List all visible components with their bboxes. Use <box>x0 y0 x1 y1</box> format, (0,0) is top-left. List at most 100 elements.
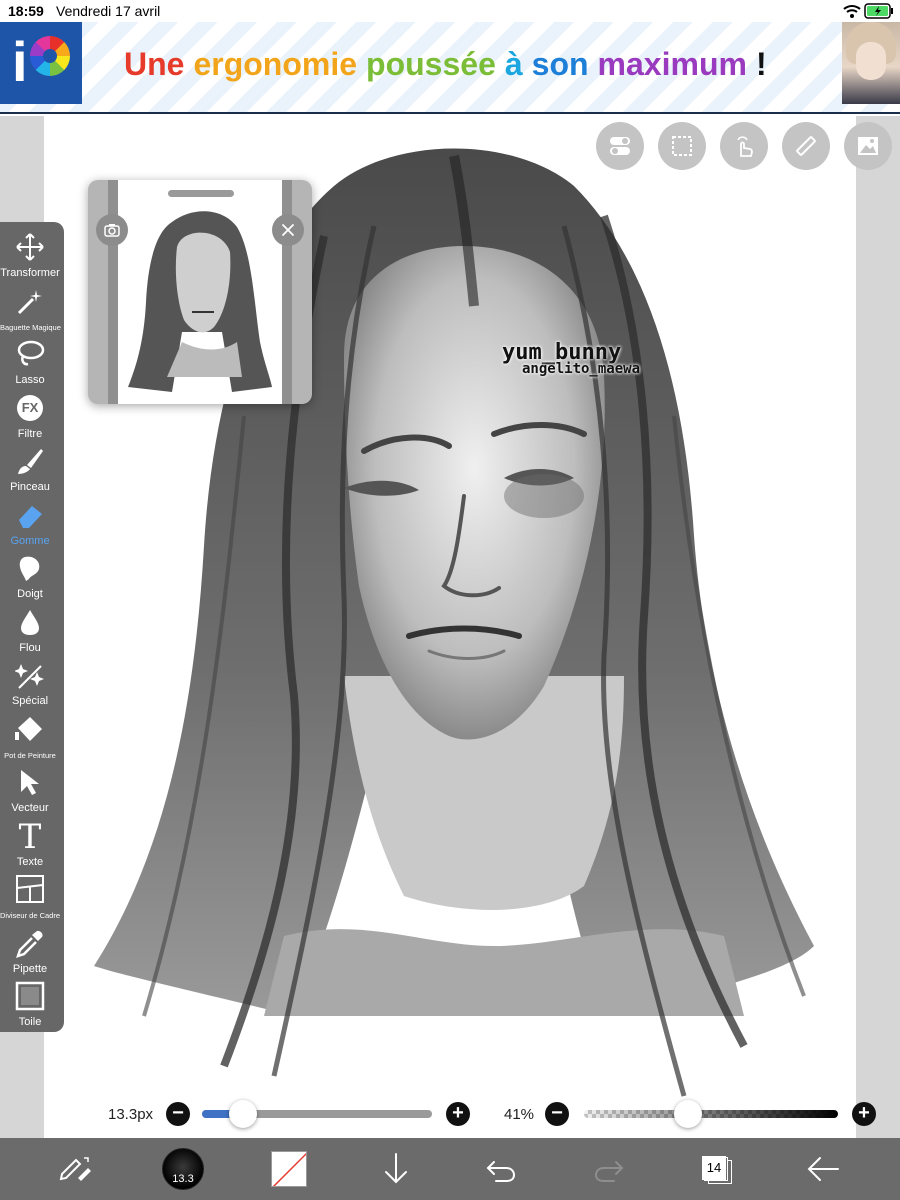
size-slider-knob[interactable] <box>229 1100 258 1128</box>
selection-button[interactable] <box>658 122 706 170</box>
tool-label: Lasso <box>15 374 45 386</box>
tool-label: Gomme <box>10 534 50 547</box>
slogan-word: poussée <box>366 46 496 82</box>
download-icon <box>385 1153 407 1184</box>
logo-letter: i <box>12 30 28 93</box>
size-decrease-button[interactable]: − <box>166 1102 190 1126</box>
opacity-increase-button[interactable]: + <box>852 1102 876 1126</box>
gesture-button[interactable] <box>720 122 768 170</box>
reference-camera-button[interactable] <box>96 214 128 246</box>
canvas-icon <box>15 981 45 1011</box>
reference-drag-handle[interactable] <box>168 190 234 197</box>
slogan-word: ! <box>755 46 767 82</box>
undo-icon <box>486 1161 516 1182</box>
tool-transform[interactable]: Transformer <box>0 228 60 281</box>
reference-window[interactable] <box>88 180 312 404</box>
layer-count: 14 <box>702 1156 726 1180</box>
ibispaint-screen: 18:59 Vendredi 17 avril i Une ergonomie po… <box>0 0 900 1200</box>
frame-divider-icon <box>16 875 44 903</box>
slogan-word: à <box>504 46 523 82</box>
status-bar: 18:59 Vendredi 17 avril <box>0 0 900 22</box>
banner-slogan: Une ergonomie poussée à son maximum! <box>124 46 776 83</box>
back-icon <box>807 1157 839 1181</box>
status-time: 18:59 <box>8 3 44 19</box>
artist-watermark: yum_bunny angelito_maewa <box>502 340 640 377</box>
reference-window-button[interactable] <box>844 122 892 170</box>
bucket-icon <box>15 716 42 741</box>
opacity-slider-knob[interactable] <box>674 1100 703 1128</box>
size-increase-button[interactable]: + <box>446 1102 470 1126</box>
toggle-icon <box>610 137 630 155</box>
size-slider-track[interactable] <box>202 1100 432 1128</box>
tool-frame-divider[interactable]: Diviseur de Cadre <box>0 870 60 923</box>
smudge-icon <box>19 556 40 581</box>
color-icon <box>272 1152 306 1186</box>
tool-bucket[interactable]: Pot de Peinture <box>0 710 60 763</box>
download-button[interactable] <box>375 1148 417 1190</box>
color-wheel-icon <box>30 36 70 76</box>
reference-close-button[interactable] <box>272 214 304 246</box>
toggle-button[interactable] <box>596 122 644 170</box>
filter-icon-text: FX <box>21 399 39 415</box>
tool-eyedropper[interactable]: Pipette <box>0 924 60 977</box>
slogan-word: son <box>531 46 589 82</box>
tool-special[interactable]: Spécial <box>0 656 60 709</box>
tool-lasso[interactable]: Lasso <box>0 335 60 388</box>
tool-canvas[interactable]: Toile <box>0 977 60 1030</box>
lasso-icon <box>17 340 45 366</box>
tool-label: Doigt <box>17 588 43 600</box>
opacity-value: 41% <box>504 1106 535 1123</box>
opacity-decrease-button[interactable]: − <box>545 1102 569 1126</box>
tool-label: Spécial <box>11 695 49 707</box>
brush-size-indicator: 13.3 <box>172 1173 194 1185</box>
status-date: Vendredi 17 avril <box>56 3 161 19</box>
eraser-icon <box>19 505 42 528</box>
selection-icon <box>672 136 692 156</box>
gesture-icon <box>737 136 753 157</box>
back-button[interactable] <box>802 1148 844 1190</box>
tool-text[interactable]: T Texte <box>0 817 60 870</box>
brush-size-value: 13.3px <box>108 1106 154 1123</box>
tool-brush[interactable]: Pinceau <box>0 442 60 495</box>
battery-icon <box>864 3 893 19</box>
tool-label: Pinceau <box>10 481 50 493</box>
ad-banner[interactable]: i Une ergonomie poussée à son maximum! <box>0 22 900 114</box>
tool-label: Filtre <box>17 427 43 440</box>
tool-blur[interactable]: Flou <box>0 603 60 656</box>
close-icon <box>282 224 294 236</box>
tool-label: Baguette Magique <box>0 322 61 332</box>
tool-vector[interactable]: Vecteur <box>0 763 60 816</box>
transform-icon <box>16 233 44 261</box>
bottom-toolbar: 13.3 14 <box>0 1138 900 1200</box>
layers-button[interactable]: 14 <box>700 1154 732 1184</box>
tool-label: Pipette <box>12 962 48 975</box>
blur-icon <box>21 609 39 635</box>
tool-label: Toile <box>18 1016 42 1028</box>
tool-magic-wand[interactable]: Baguette Magique <box>0 282 61 335</box>
tool-label: Vecteur <box>11 802 49 814</box>
opacity-slider-track[interactable] <box>584 1100 838 1128</box>
vector-icon <box>21 770 39 795</box>
ruler-button[interactable] <box>782 122 830 170</box>
brush-icon <box>18 449 43 474</box>
color-button[interactable] <box>271 1151 307 1187</box>
undo-button[interactable] <box>480 1148 522 1190</box>
redo-button[interactable] <box>588 1148 630 1190</box>
reference-thumbnail <box>128 211 272 392</box>
edit-mode-button[interactable] <box>54 1148 96 1190</box>
special-icon <box>15 664 44 689</box>
tool-filter[interactable]: FX Filtre <box>0 389 60 442</box>
banner-character-image <box>842 22 900 104</box>
tool-smudge[interactable]: Doigt <box>0 549 60 602</box>
camera-icon <box>104 224 120 237</box>
brush-size-button[interactable]: 13.3 <box>162 1148 204 1190</box>
magic-wand-icon <box>17 289 42 314</box>
ibispaint-logo: i <box>0 22 82 104</box>
tool-label: Pot de Peinture <box>4 750 56 760</box>
eyedropper-icon <box>16 930 43 958</box>
tool-label: Diviseur de Cadre <box>0 911 61 920</box>
tool-eraser[interactable]: Gomme <box>0 496 60 549</box>
tool-label: Texte <box>16 855 44 868</box>
ruler-icon <box>796 136 816 156</box>
redo-icon <box>594 1161 624 1182</box>
